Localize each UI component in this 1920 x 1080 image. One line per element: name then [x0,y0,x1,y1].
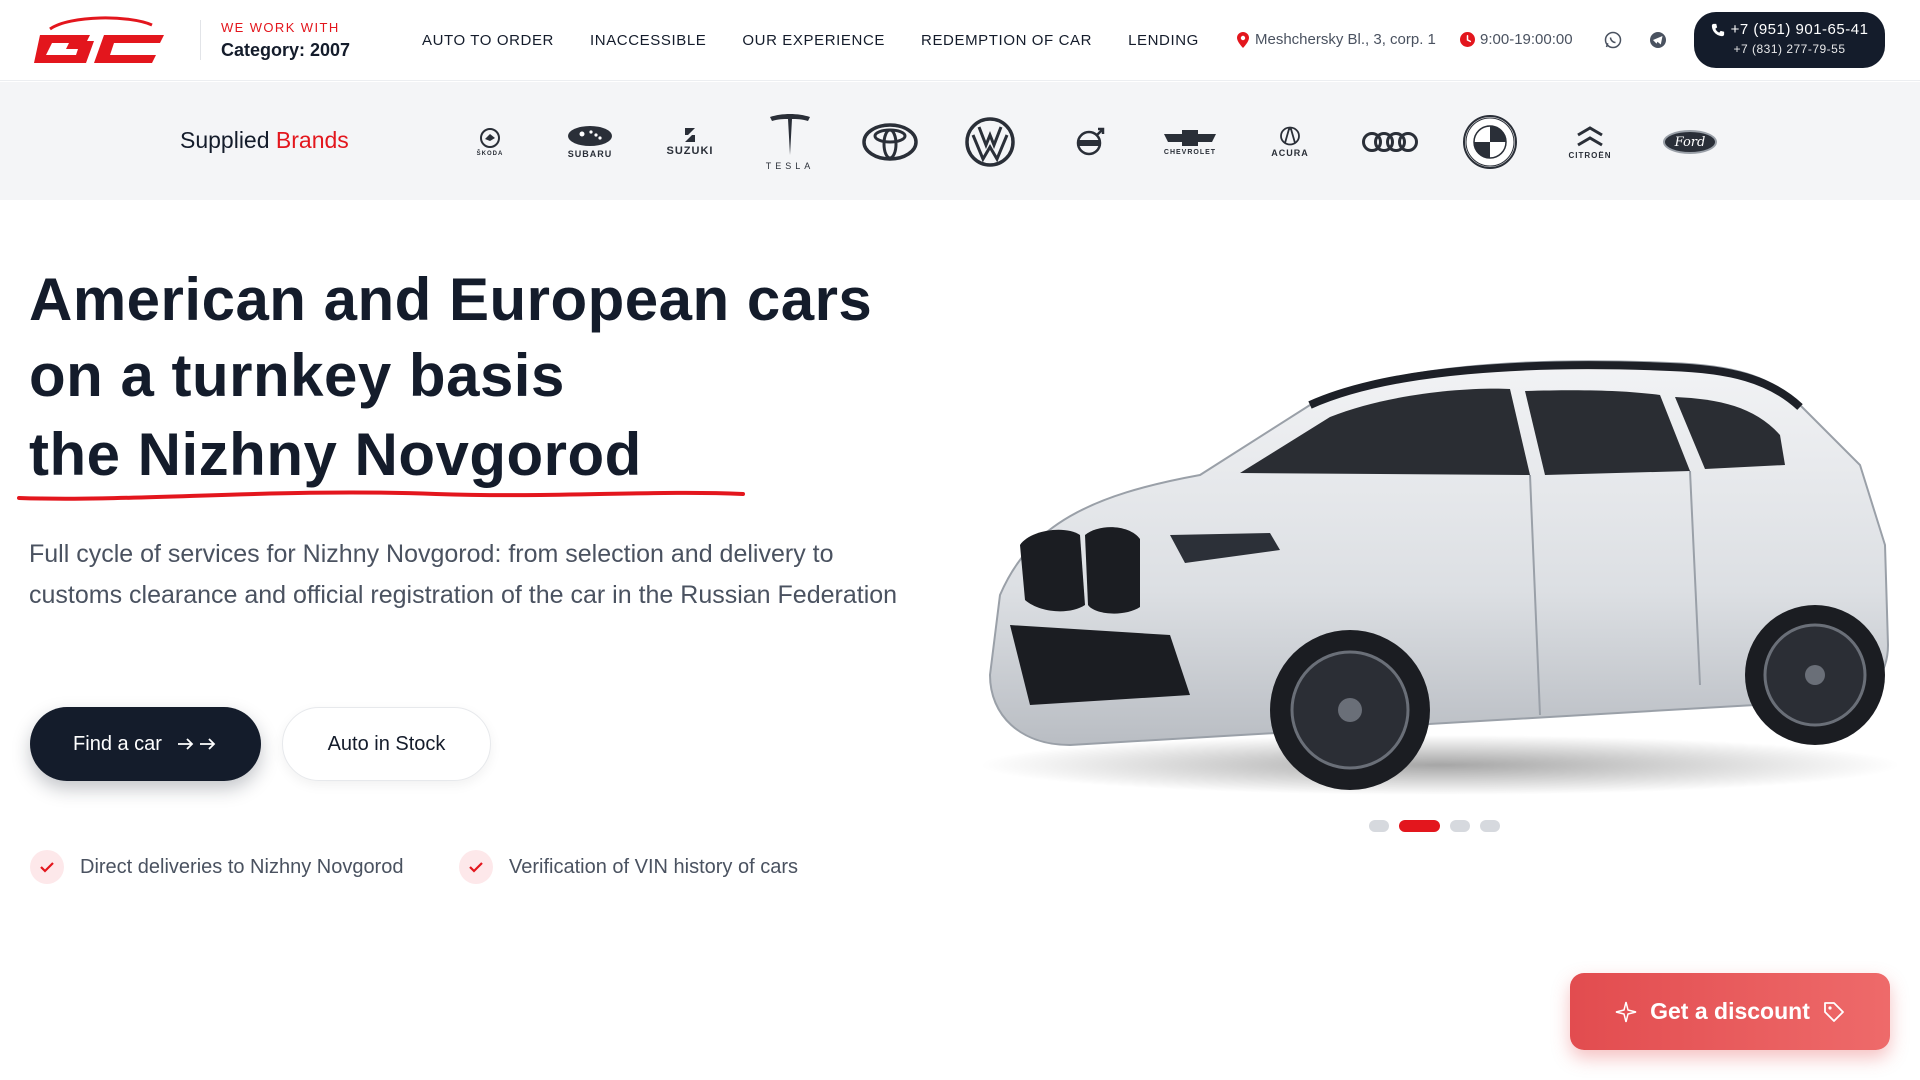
sparkle-icon [1615,1001,1637,1022]
brand-volkswagen[interactable] [940,104,1040,180]
brand-skoda[interactable]: ŠKODA [440,104,540,180]
telegram-icon[interactable] [1648,30,1668,50]
ford-logo-icon: Ford [1663,130,1717,154]
main-nav: AUTO TO ORDER INACCESSIBLE OUR EXPERIENC… [422,32,1199,49]
since-label: WE WORK WITH [221,20,340,35]
bmw-logo-icon [1463,115,1517,169]
brand-tesla[interactable]: TESLA [740,104,840,180]
suzuki-logo-icon [685,128,695,142]
nav-lending[interactable]: LENDING [1128,32,1199,49]
find-car-button[interactable]: Find a car [30,707,261,781]
brands-title-part2: Brands [275,127,349,153]
arrow-right-icon [177,738,216,750]
phone-sub: +7 (831) 277-79-55 [1733,42,1846,56]
feature-label: Verification of VIN history of cars [509,855,799,878]
brand-bmw[interactable] [1440,104,1540,180]
slider-dot-3[interactable] [1450,820,1470,832]
auto-in-stock-button[interactable]: Auto in Stock [282,707,491,781]
find-car-label: Find a car [73,732,162,755]
feature-label: Direct deliveries to Nizhny Novgorod [80,855,404,878]
brand-list: ŠKODA SUBARU SUZUKI TESLA CHEVROLET ACUR… [440,104,1740,180]
header-divider [200,20,201,60]
auto-in-stock-label: Auto in Stock [327,732,446,755]
clock-icon [1460,32,1475,47]
since-value: Category: 2007 [221,40,351,60]
car-image [980,360,1900,795]
check-icon [30,850,64,884]
slider-dot-4[interactable] [1480,820,1500,832]
price-tag-icon [1823,1001,1844,1022]
hero-description: Full cycle of services for Nizhny Novgor… [29,540,898,609]
brand-suzuki[interactable]: SUZUKI [640,104,740,180]
acura-logo-icon [1280,126,1300,146]
nav-auto-to-order[interactable]: AUTO TO ORDER [422,32,554,49]
brand-citroen-label: CITROËN [1568,150,1612,160]
working-hours: 9:00-19:00:00 [1460,31,1573,48]
chevrolet-logo-icon [1164,129,1216,146]
check-icon [459,850,493,884]
phone-main: +7 (951) 901-65-41 [1730,21,1869,38]
brand-audi[interactable] [1340,104,1440,180]
brand-chevrolet-label: CHEVROLET [1163,148,1217,156]
slider-dot-2[interactable] [1399,820,1440,832]
brand-toyota[interactable] [840,104,940,180]
hero-city: the Nizhny Novgorod [29,421,642,488]
brand-subaru[interactable]: SUBARU [540,104,640,180]
hours-text: 9:00-19:00:00 [1480,31,1573,48]
header: WE WORK WITH Category: 2007 AUTO TO ORDE… [0,0,1920,81]
subaru-logo-icon [568,126,612,146]
feature-direct-deliveries: Direct deliveries to Nizhny Novgorod [30,850,403,884]
brand-ford[interactable]: Ford [1640,104,1740,180]
address-text: Meshchersky Bl., 3, corp. 1 [1255,31,1436,48]
nav-inaccessible[interactable]: INACCESSIBLE [590,32,706,49]
discount-label: Get a discount [1650,998,1810,1024]
brand-tesla-label: TESLA [765,161,815,171]
volkswagen-logo-icon [965,117,1015,167]
whatsapp-icon[interactable] [1603,30,1623,50]
brand-volvo[interactable] [1040,104,1140,180]
hero-title-line1: American and European cars [29,266,873,333]
brand-acura[interactable]: ACURA [1240,104,1340,180]
brand-acura-label: ACURA [1271,148,1309,158]
nav-redemption-of-car[interactable]: REDEMPTION OF CAR [921,32,1092,49]
slider-dot-1[interactable] [1369,820,1389,832]
brand-suzuki-label: SUZUKI [666,145,714,157]
nav-our-experience[interactable]: OUR EXPERIENCE [742,32,885,49]
tesla-logo-icon [770,114,810,155]
phone-icon [1711,23,1724,36]
audi-logo-icon [1362,132,1418,152]
brand-subaru-label: SUBARU [567,149,613,159]
feature-vin-verification: Verification of VIN history of cars [459,850,798,884]
citroen-logo-icon [1577,125,1603,146]
logo-icon[interactable] [30,9,170,71]
skoda-logo-icon [480,128,500,148]
since-block: WE WORK WITH Category: 2007 [221,20,350,61]
toyota-logo-icon [862,123,918,161]
hero-title-line2: on a turnkey basis [29,342,565,409]
slider-dots [1369,820,1500,832]
brands-strip: Supplied Brands ŠKODA SUBARU SUZUKI TESL… [0,82,1920,200]
red-underline-decoration [17,490,745,501]
location-pin-icon [1237,31,1249,48]
phone-button[interactable]: +7 (951) 901-65-41 +7 (831) 277-79-55 [1694,12,1885,68]
brand-citroen[interactable]: CITROËN [1540,104,1640,180]
brand-skoda-label: ŠKODA [476,151,504,157]
address[interactable]: Meshchersky Bl., 3, corp. 1 [1237,31,1436,48]
get-discount-button[interactable]: Get a discount [1570,973,1890,1050]
hero-title: American and European cars on a turnkey … [29,262,872,414]
brands-title: Supplied Brands [180,127,349,154]
brand-chevrolet[interactable]: CHEVROLET [1140,104,1240,180]
brands-title-part1: Supplied [180,127,270,153]
volvo-logo-icon [1076,127,1105,156]
